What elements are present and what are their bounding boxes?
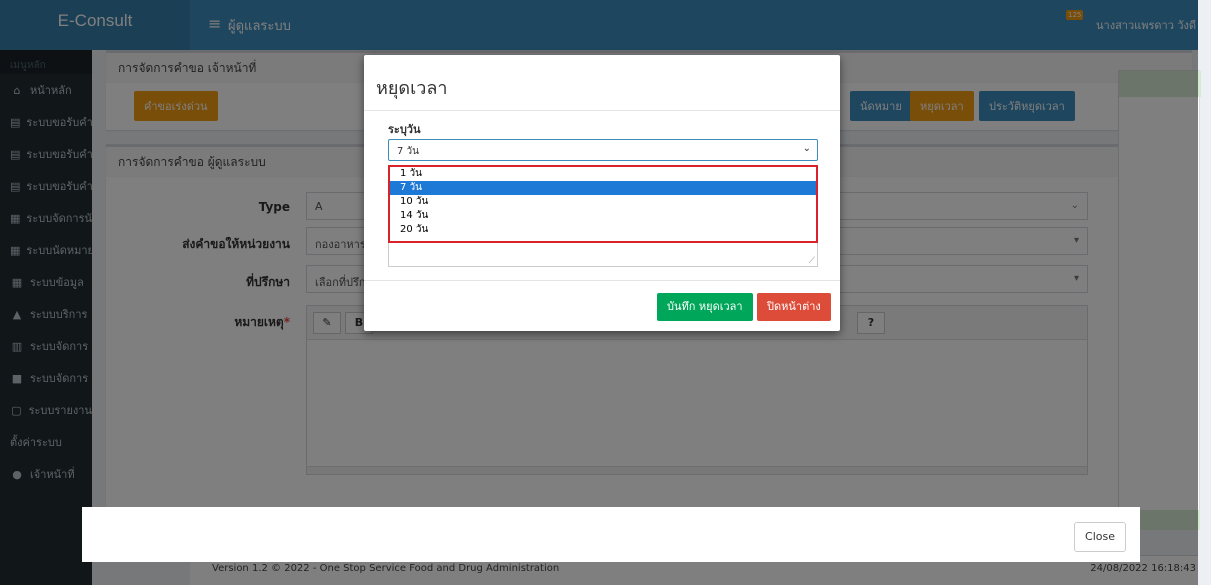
days-dropdown-list: 1 วัน 7 วัน 10 วัน 14 วัน 20 วัน xyxy=(388,165,818,243)
resize-grip-icon[interactable]: ⟋ xyxy=(809,256,815,266)
close-button[interactable]: Close xyxy=(1074,522,1126,552)
dropdown-option[interactable]: 14 วัน xyxy=(390,209,816,223)
pause-time-modal: หยุดเวลา ระบุวัน 7 วัน ⌄ ⟋ 1 วัน 7 วัน 1… xyxy=(364,55,840,331)
chevron-down-icon: ⌄ xyxy=(802,143,811,154)
dropdown-option[interactable]: 20 วัน xyxy=(390,223,816,237)
dropdown-option[interactable]: 1 วัน xyxy=(390,167,816,181)
underlying-modal: Close xyxy=(82,507,1140,562)
save-pause-button[interactable]: บันทึก หยุดเวลา xyxy=(657,293,753,321)
modal-title: หยุดเวลา xyxy=(376,78,448,99)
modal-footer-divider xyxy=(364,280,840,281)
days-label: ระบุวัน xyxy=(388,123,421,136)
dropdown-option[interactable]: 10 วัน xyxy=(390,195,816,209)
days-select[interactable]: 7 วัน ⌄ xyxy=(388,139,818,161)
close-window-button[interactable]: ปิดหน้าต่าง xyxy=(757,293,831,321)
dropdown-option-selected[interactable]: 7 วัน xyxy=(390,181,816,195)
modal-divider xyxy=(364,110,840,111)
days-select-value: 7 วัน xyxy=(397,146,419,157)
